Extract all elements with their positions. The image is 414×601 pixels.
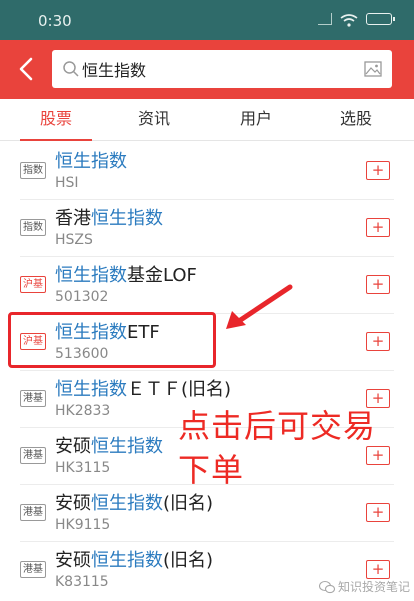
status-bar: 0:30 [0, 0, 414, 40]
name-highlight: 恒生指数 [55, 151, 127, 172]
signal-icon [318, 13, 332, 25]
annotation-line-1: 点击后可交易 [178, 407, 377, 445]
type-badge: 港基 [20, 561, 46, 578]
name-suffix: ＥＴＦ(旧名) [127, 379, 232, 400]
type-badge: 港基 [20, 447, 46, 464]
name-suffix: 基金LOF [127, 265, 197, 286]
annotation-line-2: 下单 [178, 451, 245, 489]
type-badge: 港基 [20, 504, 46, 521]
tab-stocks[interactable]: 股票 [20, 99, 92, 141]
name-highlight: 恒生指数 [55, 379, 127, 400]
security-code: K83115 [55, 574, 109, 590]
name-highlight: 恒生指数 [91, 436, 163, 457]
search-header [0, 40, 414, 99]
add-to-watchlist-button[interactable]: + [366, 503, 390, 522]
add-to-watchlist-button[interactable]: + [366, 161, 390, 180]
name-prefix: 安硕 [55, 436, 91, 457]
name-prefix: 香港 [55, 208, 91, 229]
security-name: 安硕恒生指数(旧名) [55, 546, 213, 572]
chevron-left-icon [19, 57, 33, 81]
security-name: 恒生指数 [55, 147, 127, 173]
tab-label: 资讯 [137, 109, 170, 128]
security-code: HK2833 [55, 403, 111, 419]
security-name: 安硕恒生指数 [55, 432, 163, 458]
search-input[interactable] [82, 50, 352, 88]
tab-stock-picker[interactable]: 选股 [320, 99, 392, 141]
wechat-icon [318, 580, 335, 593]
category-tabs: 股票 资讯 用户 选股 [0, 99, 414, 141]
name-highlight: 恒生指数 [91, 550, 163, 571]
tab-label: 选股 [339, 109, 372, 128]
active-tab-indicator [20, 139, 92, 141]
security-name: 安硕恒生指数(旧名) [55, 489, 213, 515]
security-code: HK9115 [55, 517, 111, 533]
tab-news[interactable]: 资讯 [118, 99, 190, 141]
list-item[interactable]: 指数 恒生指数 HSI + [0, 142, 414, 200]
type-badge: 沪基 [20, 276, 46, 293]
wifi-icon [340, 13, 358, 27]
back-button[interactable] [12, 54, 42, 84]
name-suffix: (旧名) [163, 550, 214, 571]
security-code: HSZS [55, 232, 93, 248]
type-badge: 指数 [20, 162, 46, 179]
image-search-icon[interactable] [364, 61, 382, 77]
name-highlight: 恒生指数 [91, 208, 163, 229]
name-highlight: 恒生指数 [91, 493, 163, 514]
annotation-text: 点击后可交易 下单 [178, 404, 398, 492]
tab-label: 用户 [239, 109, 272, 128]
list-item[interactable]: 沪基 恒生指数基金LOF 501302 + [0, 256, 414, 314]
watermark-text: 知识投资笔记 [337, 580, 410, 594]
add-to-watchlist-button[interactable]: + [366, 275, 390, 294]
security-code: 501302 [55, 289, 109, 305]
add-to-watchlist-button[interactable]: + [366, 560, 390, 579]
tab-users[interactable]: 用户 [220, 99, 292, 141]
list-item[interactable]: 港基 安硕恒生指数(旧名) HK9115 + [0, 484, 414, 542]
highlight-box [8, 312, 216, 368]
name-suffix: (旧名) [163, 493, 214, 514]
battery-icon [366, 13, 395, 25]
status-icons [318, 13, 395, 27]
search-box[interactable] [52, 50, 392, 88]
type-badge: 指数 [20, 219, 46, 236]
security-name: 恒生指数基金LOF [55, 261, 197, 287]
annotation-arrow-icon [226, 284, 293, 329]
type-badge: 港基 [20, 390, 46, 407]
watermark: 知识投资笔记 [318, 578, 410, 595]
security-name: 恒生指数ＥＴＦ(旧名) [55, 375, 231, 401]
security-code: HK3115 [55, 460, 111, 476]
add-to-watchlist-button[interactable]: + [366, 332, 390, 351]
add-to-watchlist-button[interactable]: + [366, 218, 390, 237]
name-prefix: 安硕 [55, 493, 91, 514]
security-name: 香港恒生指数 [55, 204, 163, 230]
name-highlight: 恒生指数 [55, 265, 127, 286]
search-icon [63, 61, 79, 77]
list-item[interactable]: 指数 香港恒生指数 HSZS + [0, 199, 414, 257]
security-code: HSI [55, 175, 79, 191]
tab-label: 股票 [39, 109, 72, 128]
status-time: 0:30 [38, 12, 72, 30]
name-prefix: 安硕 [55, 550, 91, 571]
